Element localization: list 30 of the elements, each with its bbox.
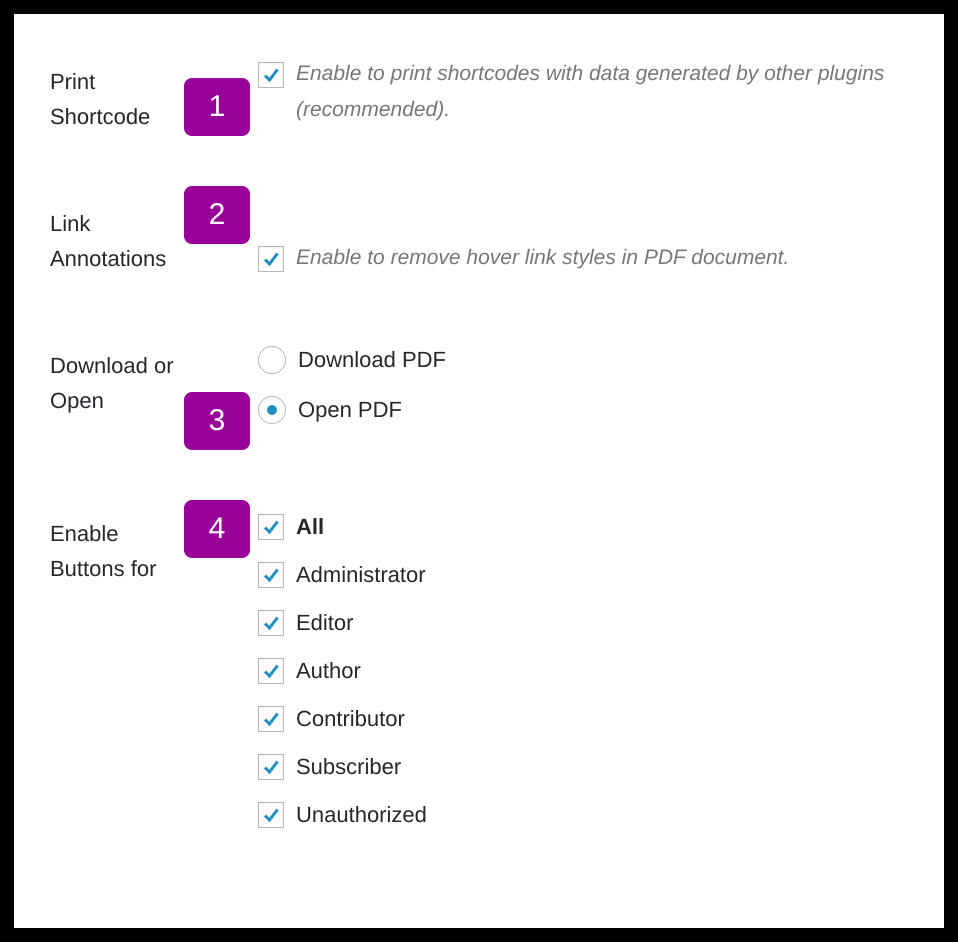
checkbox-label: Editor — [296, 610, 354, 636]
checkbox-label: Administrator — [296, 562, 426, 588]
setting-label: Link Annotations — [50, 210, 168, 273]
checkbox[interactable] — [258, 246, 284, 272]
radio-button[interactable] — [258, 396, 286, 424]
radio-label: Open PDF — [298, 397, 402, 423]
checkbox-label: All — [296, 514, 324, 540]
checkbox-label: Unauthorized — [296, 802, 427, 828]
radio-button[interactable] — [258, 346, 286, 374]
checkbox[interactable] — [258, 62, 284, 88]
checkbox[interactable] — [258, 802, 284, 828]
number-badge: 2 — [184, 186, 250, 244]
checkbox-label: Subscriber — [296, 754, 402, 780]
checkbox[interactable] — [258, 754, 284, 780]
number-badge: 4 — [184, 500, 250, 558]
number-badge: 1 — [184, 78, 250, 136]
checkbox[interactable] — [258, 514, 284, 540]
checkbox-label: Contributor — [296, 706, 405, 732]
setting-label: Print Shortcode — [50, 68, 152, 131]
checkbox[interactable] — [258, 658, 284, 684]
number-badge: 3 — [184, 392, 250, 450]
setting-label: Download or Open — [50, 352, 175, 415]
option-description: Enable to remove hover link styles in PDF document. — [296, 245, 790, 271]
checkbox[interactable] — [258, 706, 284, 732]
setting-label: Enable Buttons for — [50, 520, 158, 583]
radio-label: Download PDF — [298, 347, 446, 373]
checkbox[interactable] — [258, 562, 284, 588]
option-description: Enable to print shortcodes with data generated by other plugins (recommended). — [296, 61, 886, 123]
checkbox-label: Author — [296, 658, 361, 684]
checkbox[interactable] — [258, 610, 284, 636]
